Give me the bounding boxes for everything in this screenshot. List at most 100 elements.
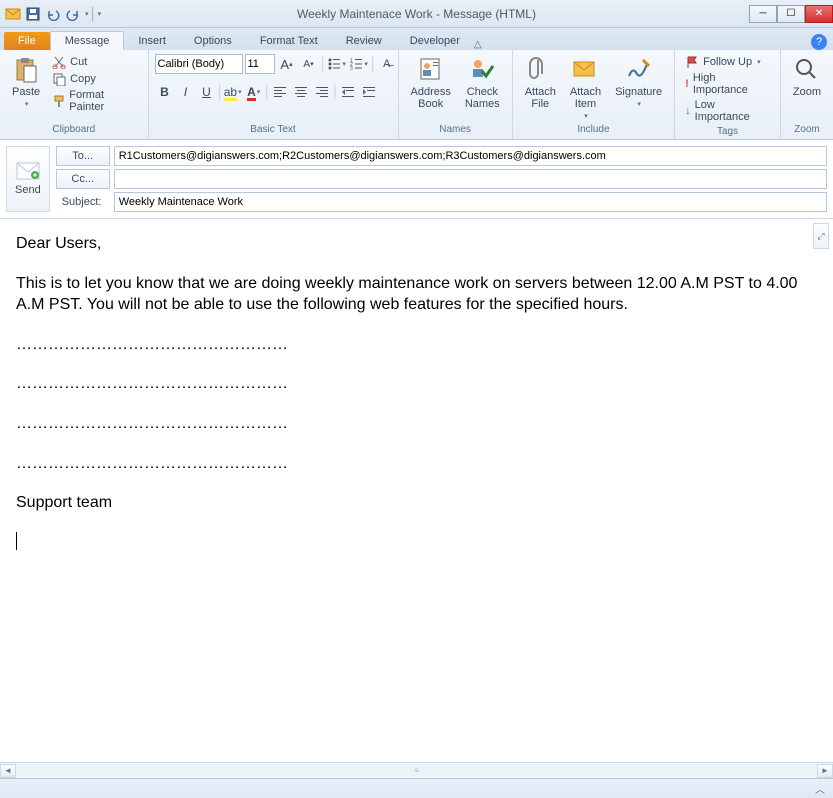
horizontal-scrollbar[interactable]: ◄ ≡ ► [0,762,833,778]
numbering-icon: 123 [349,57,363,71]
address-panel: Send To... Cc... Subject: [0,140,833,219]
clear-formatting-button[interactable]: A̶ [377,54,397,74]
attach-item-label: AttachItem [570,86,601,110]
copy-button[interactable]: Copy [48,71,141,87]
check-names-icon [468,56,496,84]
window-controls: ─ ☐ ✕ [749,5,833,23]
italic-button[interactable]: I [176,82,196,102]
font-family-select[interactable] [155,54,243,74]
underline-button[interactable]: U [197,82,217,102]
close-button[interactable]: ✕ [805,5,833,23]
body-greeting: Dear Users, [16,233,817,255]
scroll-track[interactable]: ≡ [16,764,817,778]
tab-options[interactable]: Options [180,32,246,50]
grow-font-button[interactable]: A▴ [277,54,297,74]
check-names-button[interactable]: CheckNames [459,54,506,112]
attach-item-icon [571,56,599,84]
status-expand-icon[interactable]: ︿ [815,781,825,796]
pop-out-icon[interactable]: ⤢ [813,223,829,249]
ribbon: Paste ▾ Cut Copy Format Painter Clipboar… [0,50,833,140]
low-importance-button[interactable]: ↓ Low Importance [681,98,774,124]
font-color-button[interactable]: A▾ [244,82,264,102]
signature-icon [625,56,653,84]
tab-file[interactable]: File [4,32,50,50]
window-title: Weekly Maintenace Work - Message (HTML) [297,7,536,21]
cut-icon [52,55,66,69]
copy-icon [52,72,66,86]
group-include: AttachFile AttachItem▾ Signature▾ Includ… [513,50,675,139]
scroll-left-button[interactable]: ◄ [0,764,16,778]
high-importance-label: High Importance [693,72,770,96]
copy-label: Copy [70,73,96,85]
font-size-select[interactable] [245,54,275,74]
tab-message[interactable]: Message [50,31,125,50]
svg-text:3: 3 [350,66,353,71]
signature-button[interactable]: Signature▾ [609,54,668,110]
increase-indent-button[interactable] [359,82,379,102]
low-importance-label: Low Importance [695,99,770,123]
cut-button[interactable]: Cut [48,54,141,70]
tab-review[interactable]: Review [332,32,396,50]
send-button[interactable]: Send [6,146,50,212]
scroll-thumb[interactable]: ≡ [16,764,817,778]
send-label: Send [15,184,41,196]
save-icon[interactable] [24,5,42,23]
cut-label: Cut [70,56,87,68]
bold-button[interactable]: B [155,82,175,102]
highlight-button[interactable]: ab▾ [223,82,243,102]
cc-input[interactable] [114,169,827,189]
group-tags: Follow Up▾ ! High Importance ↓ Low Impor… [675,50,781,139]
address-book-label: AddressBook [411,86,451,110]
subject-label: Subject: [56,192,110,212]
format-painter-icon [52,94,65,108]
body-dots-1: …………………………………………… [16,334,817,356]
minimize-button[interactable]: ─ [749,5,777,23]
body-signoff: Support team [16,492,817,514]
numbering-button[interactable]: 123▾ [349,54,369,74]
group-clipboard-label: Clipboard [6,122,142,137]
align-left-button[interactable] [270,82,290,102]
text-cursor [16,532,17,550]
paste-button[interactable]: Paste ▾ [6,54,46,110]
title-bar: ▾ | ▾ Weekly Maintenace Work - Message (… [0,0,833,28]
address-book-icon [417,56,445,84]
to-input[interactable] [114,146,827,166]
attach-file-icon [526,56,554,84]
high-importance-button[interactable]: ! High Importance [681,71,774,97]
address-book-button[interactable]: AddressBook [405,54,457,112]
qat-customize-icon[interactable]: ▾ [98,10,102,18]
decrease-indent-button[interactable] [338,82,358,102]
tab-format-text[interactable]: Format Text [246,32,332,50]
qat-more-icon[interactable]: ▾ [85,10,89,18]
shrink-font-button[interactable]: A▾ [299,54,319,74]
redo-icon[interactable] [64,5,82,23]
scroll-right-button[interactable]: ► [817,764,833,778]
group-names-label: Names [405,122,506,137]
to-button[interactable]: To... [56,146,110,166]
bullets-button[interactable]: ▾ [327,54,347,74]
maximize-button[interactable]: ☐ [777,5,805,23]
check-names-label: CheckNames [465,86,500,110]
undo-icon[interactable] [44,5,62,23]
group-include-label: Include [519,122,668,137]
zoom-button[interactable]: Zoom [787,54,827,100]
align-center-icon [295,86,307,98]
tab-developer[interactable]: Developer [396,32,474,50]
ribbon-tabs: File Message Insert Options Format Text … [0,28,833,50]
format-painter-button[interactable]: Format Painter [48,88,141,114]
minimize-ribbon-icon[interactable]: △ [474,39,482,50]
body-dots-2: …………………………………………… [16,373,817,395]
attach-item-button[interactable]: AttachItem▾ [564,54,607,122]
app-icon[interactable] [4,5,22,23]
body-paragraph-1: This is to let you know that we are doin… [16,273,817,316]
cc-button[interactable]: Cc... [56,169,110,189]
message-body[interactable]: ⤢ Dear Users, This is to let you know th… [0,219,833,762]
attach-file-button[interactable]: AttachFile [519,54,562,112]
follow-up-button[interactable]: Follow Up▾ [681,54,774,70]
tab-insert[interactable]: Insert [124,32,180,50]
help-icon[interactable]: ? [811,34,827,50]
align-center-button[interactable] [291,82,311,102]
signature-label: Signature [615,86,662,98]
align-right-button[interactable] [312,82,332,102]
subject-input[interactable] [114,192,827,212]
